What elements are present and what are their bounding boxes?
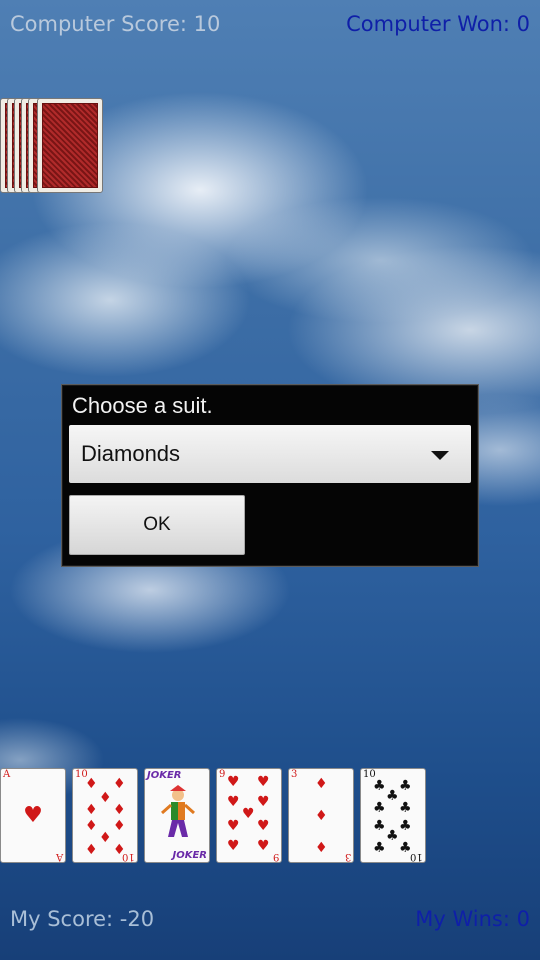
diamond-icon: ♦ (85, 776, 98, 792)
joker-label: JOKER (172, 850, 207, 861)
card-10-of-diamonds[interactable]: 10 ♦ ♦ ♦ ♦ ♦ ♦ ♦ ♦ ♦ ♦ 10 (72, 768, 138, 863)
ok-button[interactable]: OK (69, 495, 245, 555)
heart-icon: ♥ (257, 794, 270, 810)
heart-icon: ♥ (227, 838, 240, 854)
diamond-icon: ♦ (85, 818, 98, 834)
card-rank: 9 (272, 851, 279, 862)
card-rank: 9 (219, 769, 226, 780)
diamond-icon: ♦ (113, 776, 126, 792)
card-ace-of-hearts[interactable]: A ♥ A (0, 768, 66, 863)
diamond-icon: ♦ (113, 802, 126, 818)
heart-icon: ♥ (257, 818, 270, 834)
club-icon: ♣ (386, 788, 399, 804)
heart-icon: ♥ (257, 774, 270, 790)
diamond-icon: ♦ (85, 842, 98, 858)
club-icon: ♣ (399, 818, 412, 834)
club-icon: ♣ (386, 828, 399, 844)
choose-suit-dialog: Choose a suit. Diamonds OK (61, 384, 479, 567)
card-10-of-clubs[interactable]: 10 ♣ ♣ ♣ ♣ ♣ ♣ ♣ ♣ ♣ ♣ 10 (360, 768, 426, 863)
club-icon: ♣ (373, 778, 386, 794)
card-rank: 10 (122, 851, 135, 862)
heart-icon: ♥ (227, 774, 240, 790)
card-rank: A (55, 851, 63, 862)
card-joker[interactable]: JOKER JOKER (144, 768, 210, 863)
computer-score-label: Computer Score: 10 (10, 12, 221, 36)
diamond-icon: ♦ (315, 776, 328, 792)
club-icon: ♣ (373, 840, 386, 856)
card-rank: 3 (344, 851, 351, 862)
jester-icon (161, 785, 195, 837)
diamond-icon: ♦ (315, 808, 328, 824)
suit-select[interactable]: Diamonds (69, 425, 471, 483)
club-icon: ♣ (373, 800, 386, 816)
diamond-icon: ♦ (99, 830, 112, 846)
my-wins-label: My Wins: 0 (415, 907, 530, 931)
joker-label: JOKER (147, 770, 182, 781)
computer-hand-stack (0, 98, 106, 193)
card-3-of-diamonds[interactable]: 3 ♦ ♦ ♦ 3 (288, 768, 354, 863)
card-rank: 10 (410, 851, 423, 862)
club-icon: ♣ (373, 818, 386, 834)
dialog-title: Choose a suit. (72, 393, 213, 418)
diamond-icon: ♦ (113, 818, 126, 834)
heart-icon: ♥ (227, 794, 240, 810)
card-rank: A (3, 769, 11, 780)
diamond-icon: ♦ (99, 790, 112, 806)
suit-select-value: Diamonds (81, 441, 181, 466)
club-icon: ♣ (399, 778, 412, 794)
card-rank: 3 (291, 769, 298, 780)
computer-won-label: Computer Won: 0 (346, 12, 530, 36)
heart-icon: ♥ (257, 838, 270, 854)
card-9-of-hearts[interactable]: 9 ♥ ♥ ♥ ♥ ♥ ♥ ♥ ♥ ♥ 9 (216, 768, 282, 863)
dropdown-arrow-icon (431, 451, 449, 460)
heart-icon: ♥ (242, 806, 255, 822)
my-score-label: My Score: -20 (10, 907, 155, 931)
heart-icon: ♥ (23, 802, 43, 828)
diamond-icon: ♦ (315, 840, 328, 856)
diamond-icon: ♦ (85, 802, 98, 818)
club-icon: ♣ (399, 800, 412, 816)
card-back (37, 98, 103, 193)
heart-icon: ♥ (227, 818, 240, 834)
